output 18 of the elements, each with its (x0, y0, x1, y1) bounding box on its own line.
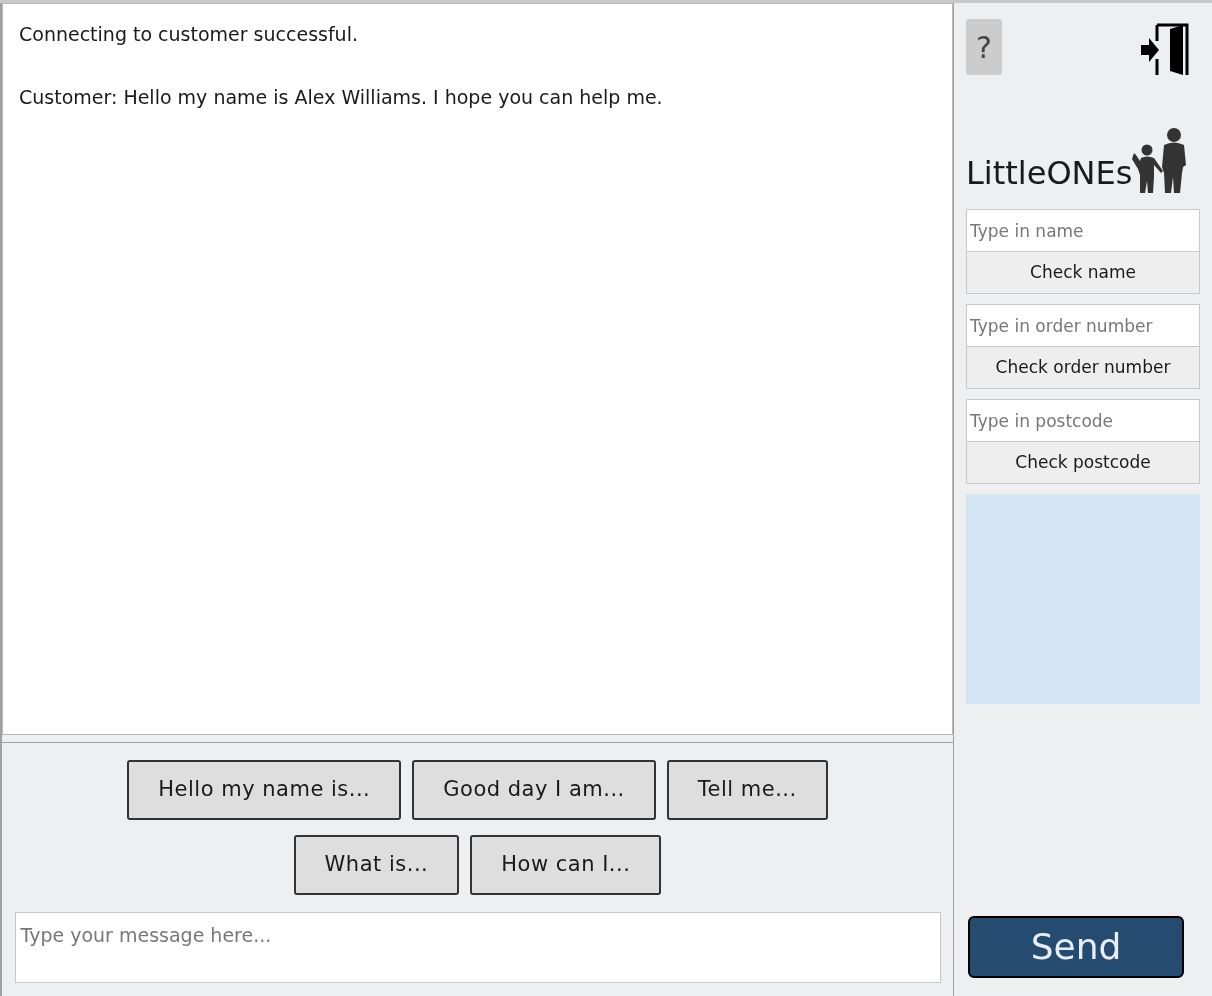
quick-reply-button[interactable]: Good day I am... (412, 760, 656, 820)
quick-reply-button[interactable]: Hello my name is... (127, 760, 402, 820)
chat-message: Customer: Hello my name is Alex Williams. I hope you can help me. (19, 84, 664, 110)
logo-text: LittleONEs (966, 157, 1133, 189)
lookup-field[interactable]: Type in order number (966, 304, 1200, 347)
exit-door-icon[interactable] (1140, 21, 1190, 77)
check-button[interactable]: Check postcode (966, 442, 1200, 484)
lookup-field[interactable]: Type in name (966, 209, 1200, 252)
lookup-field[interactable]: Type in postcode (966, 399, 1200, 442)
send-button[interactable]: Send (968, 916, 1184, 978)
help-button[interactable]: ? (966, 19, 1002, 75)
check-button[interactable]: Check name (966, 252, 1200, 294)
quick-reply-button[interactable]: What is... (293, 835, 460, 895)
check-button[interactable]: Check order number (966, 347, 1200, 389)
quick-reply-button[interactable]: How can I... (470, 835, 662, 895)
quick-reply-button[interactable]: Tell me... (666, 760, 828, 820)
message-input[interactable]: Type your message here... (14, 912, 941, 983)
chat-message: Connecting to customer successful. (19, 22, 359, 47)
